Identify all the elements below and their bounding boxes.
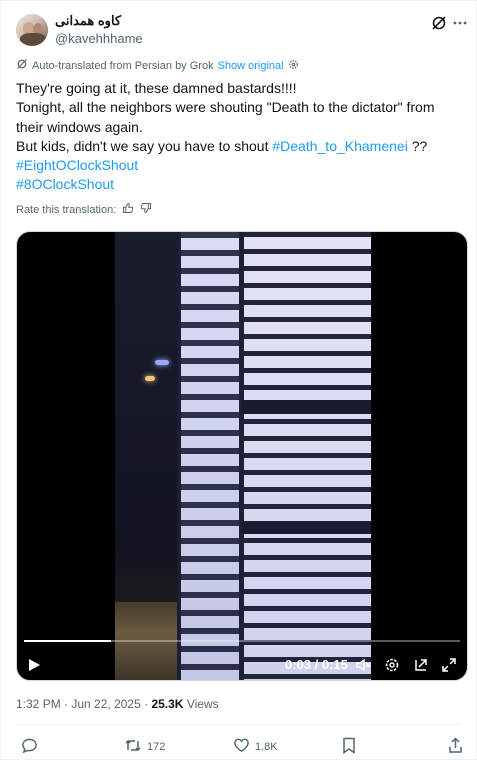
tweet-metadata: 1:32 PM · Jun 22, 2025 · 25.3K Views — [16, 697, 219, 711]
bookmark-button[interactable] — [342, 737, 356, 757]
share-icon — [448, 737, 463, 757]
meta-separator: · — [140, 697, 152, 711]
repost-button[interactable]: 172 — [124, 737, 165, 757]
hashtag-eight-oclock-shout[interactable]: #EightOClockShout — [16, 156, 466, 175]
like-button[interactable]: 1.8K — [233, 737, 278, 756]
play-icon[interactable] — [27, 656, 41, 674]
tweet-date[interactable]: Jun 22, 2025 — [71, 697, 140, 711]
divider — [16, 724, 462, 725]
translation-notice: Auto-translated from Persian by Grok Sho… — [16, 58, 299, 73]
tweet-line-4-text: But kids, didn't we say you have to shou… — [16, 137, 273, 154]
video-player[interactable]: 0:03 / 0:15 — [16, 231, 468, 681]
translation-notice-text: Auto-translated from Persian by Grok — [32, 59, 214, 72]
rate-translation: Rate this translation: — [16, 202, 152, 217]
repost-count: 172 — [147, 741, 166, 753]
meta-separator: · — [60, 697, 72, 711]
more-options-icon[interactable] — [450, 13, 470, 33]
video-progress-fill — [24, 640, 112, 642]
author-display-name[interactable]: کاوه همدانی — [55, 13, 121, 29]
tweet-line-4-suffix: ?? — [407, 137, 428, 154]
like-count: 1.8K — [255, 740, 278, 753]
reply-icon — [21, 737, 38, 757]
thumbs-up-icon[interactable] — [122, 202, 134, 217]
picture-in-picture-icon[interactable] — [413, 656, 429, 674]
tweet-line-2: Tonight, all the neighbors were shouting… — [16, 99, 435, 116]
video-frame — [115, 232, 371, 680]
mute-icon[interactable] — [355, 656, 371, 674]
repost-icon — [124, 737, 142, 757]
author-handle[interactable]: @kavehhhame — [55, 31, 143, 46]
tweet-line-4: But kids, didn't we say you have to shou… — [16, 137, 466, 156]
show-original-link[interactable]: Show original — [218, 60, 284, 72]
grok-icon[interactable] — [429, 13, 449, 33]
hashtag-8-oclock-shout[interactable]: #8OClockShout — [16, 175, 466, 194]
tweet-text: They're going at it, these damned bastar… — [16, 79, 466, 195]
tweet-time[interactable]: 1:32 PM — [16, 697, 61, 711]
reply-button[interactable] — [21, 737, 38, 757]
fullscreen-icon[interactable] — [441, 656, 457, 674]
tweet-line-3: their windows again. — [16, 118, 143, 135]
video-progress-bar[interactable] — [24, 640, 460, 642]
settings-gear-icon[interactable] — [384, 656, 400, 674]
thumbs-down-icon[interactable] — [140, 202, 152, 217]
video-time: 0:03 / 0:15 — [285, 657, 348, 672]
tweet-card: کاوه همدانی @kavehhhame Auto-translated … — [0, 0, 477, 760]
views-label: Views — [183, 697, 219, 711]
bookmark-icon — [342, 737, 356, 757]
avatar[interactable] — [16, 14, 48, 46]
settings-gear-icon[interactable] — [288, 59, 299, 73]
share-button[interactable] — [448, 737, 463, 757]
hashtag-death-to-khamenei[interactable]: #Death_to_Khamenei — [272, 138, 407, 154]
rate-translation-label: Rate this translation: — [16, 203, 117, 216]
tweet-line-1: They're going at it, these damned bastar… — [16, 80, 297, 96]
heart-icon — [233, 737, 250, 756]
grok-small-icon — [16, 58, 28, 73]
views-count: 25.3K — [151, 697, 184, 711]
